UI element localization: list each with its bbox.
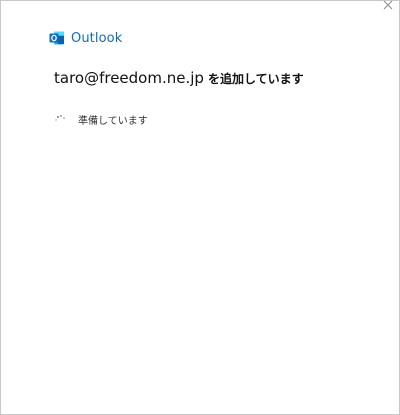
close-button[interactable] [381,0,395,12]
status-text: 準備しています [78,116,148,127]
page-title: taro@freedom.ne.jp を追加しています [54,69,304,87]
outlook-logo-icon [49,30,65,46]
account-email: taro@freedom.ne.jp [54,69,204,87]
outlook-add-account-window: Outlook taro@freedom.ne.jp を追加しています 準備して… [0,0,400,415]
outlook-brand-name: Outlook [71,30,123,46]
loading-spinner-icon [54,114,66,125]
page-title-suffix: を追加しています [207,72,304,86]
outlook-brand: Outlook [49,30,122,46]
status-row: 準備しています [54,112,148,127]
close-icon [383,0,393,10]
